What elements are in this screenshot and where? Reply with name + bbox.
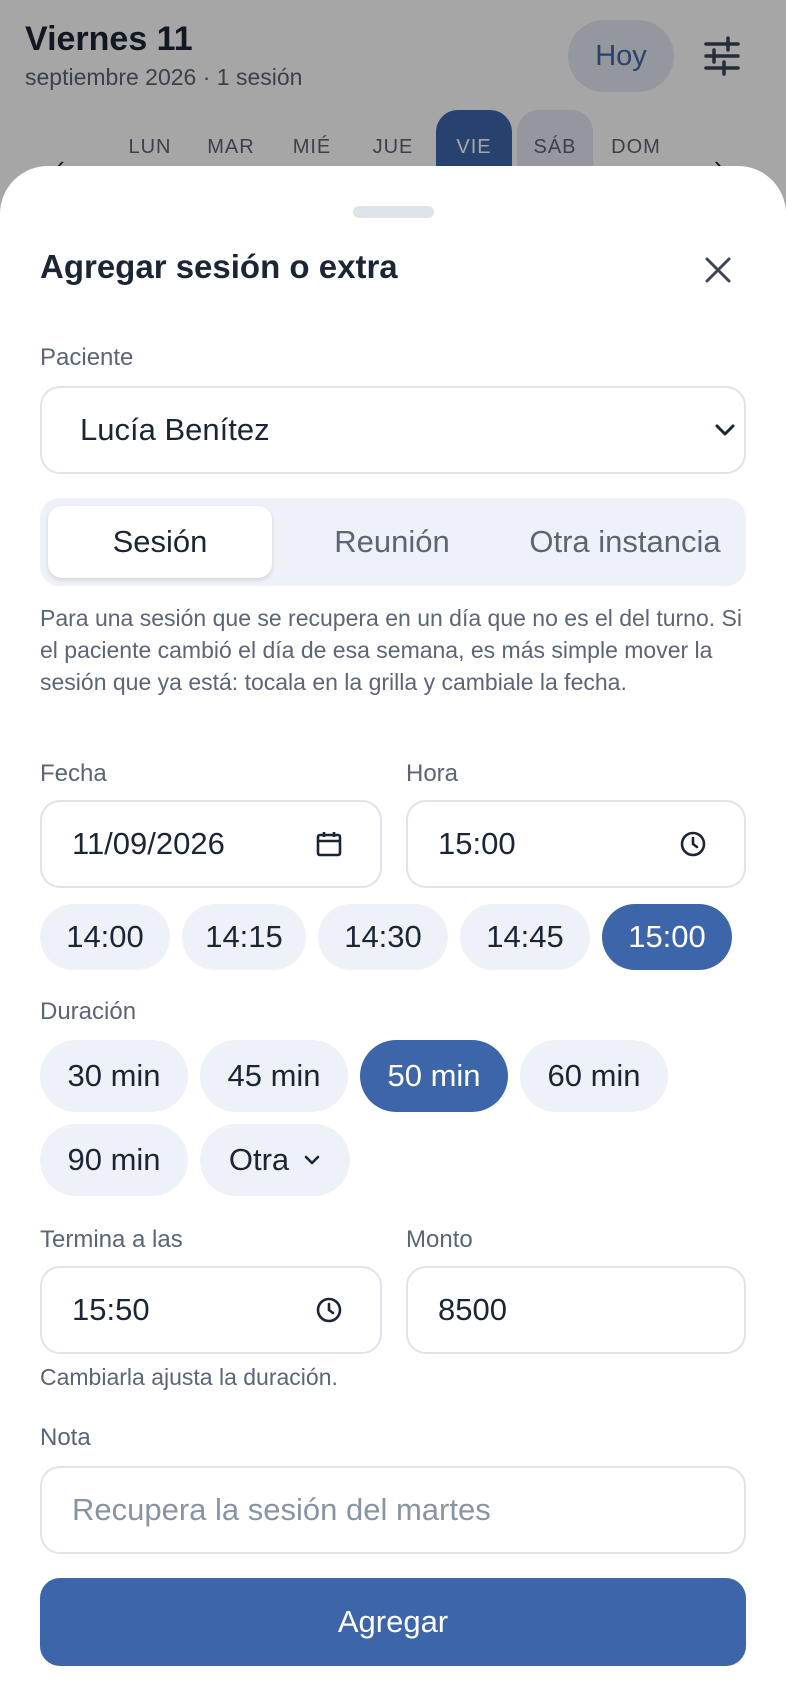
note-label: Nota [40, 1424, 91, 1451]
duration-chip-30[interactable]: 30 min [40, 1040, 188, 1112]
patient-value: Lucía Benítez [80, 412, 270, 447]
duration-other-label: Otra [228, 1142, 290, 1177]
time-chip-1400[interactable]: 14:00 [40, 904, 170, 970]
amount-value: 8500 [438, 1292, 507, 1327]
type-segmented-control: Sesión Reunión Otra instancia [40, 498, 746, 586]
end-time-value: 15:50 [72, 1292, 150, 1327]
sheet-title: Agregar sesión o extra [40, 248, 398, 285]
end-time-hint: Cambiarla ajusta la duración. [40, 1364, 338, 1390]
duration-other-dropdown[interactable]: Otra [200, 1124, 350, 1196]
help-text: Para una sesión que se recupera en un dí… [40, 605, 742, 695]
duration-label: Duración [40, 998, 137, 1025]
time-input[interactable]: 15:00 [406, 800, 746, 888]
patient-select[interactable]: Lucía Benítez [40, 386, 746, 474]
chevron-down-icon [303, 1154, 321, 1166]
end-time-label: Termina a las [40, 1226, 183, 1253]
time-chip-1430[interactable]: 14:30 [318, 904, 448, 970]
duration-chip-60[interactable]: 60 min [520, 1040, 668, 1112]
end-time-input[interactable]: 15:50 [40, 1266, 382, 1354]
time-value: 15:00 [438, 826, 516, 861]
time-chip-1500[interactable]: 15:00 [602, 904, 732, 970]
tab-sesion[interactable]: Sesión [48, 506, 272, 578]
note-input[interactable]: Recupera la sesión del martes [40, 1466, 746, 1554]
time-label: Hora [406, 760, 459, 787]
amount-label: Monto [406, 1226, 473, 1253]
date-input[interactable]: 11/09/2026 [40, 800, 382, 888]
calendar-icon[interactable] [314, 829, 344, 859]
amount-input[interactable]: 8500 [406, 1266, 746, 1354]
tab-reunion[interactable]: Reunión [280, 506, 504, 578]
close-icon[interactable] [694, 246, 742, 294]
duration-chip-90[interactable]: 90 min [40, 1124, 188, 1196]
duration-chip-50[interactable]: 50 min [360, 1040, 508, 1112]
note-placeholder: Recupera la sesión del martes [72, 1492, 491, 1527]
clock-icon[interactable] [314, 1295, 344, 1325]
date-label: Fecha [40, 760, 107, 787]
sheet-handle[interactable] [353, 206, 434, 218]
date-value: 11/09/2026 [72, 826, 225, 861]
patient-label: Paciente [40, 344, 134, 371]
time-chip-1445[interactable]: 14:45 [460, 904, 590, 970]
chevron-down-icon [710, 415, 740, 445]
add-session-sheet: Agregar sesión o extra Paciente Lucía Be… [0, 166, 786, 1704]
tab-otra-instancia[interactable]: Otra instancia [512, 506, 738, 578]
duration-chip-45[interactable]: 45 min [200, 1040, 348, 1112]
clock-icon[interactable] [678, 829, 708, 859]
time-chip-1415[interactable]: 14:15 [182, 904, 306, 970]
add-button[interactable]: Agregar [40, 1578, 746, 1666]
